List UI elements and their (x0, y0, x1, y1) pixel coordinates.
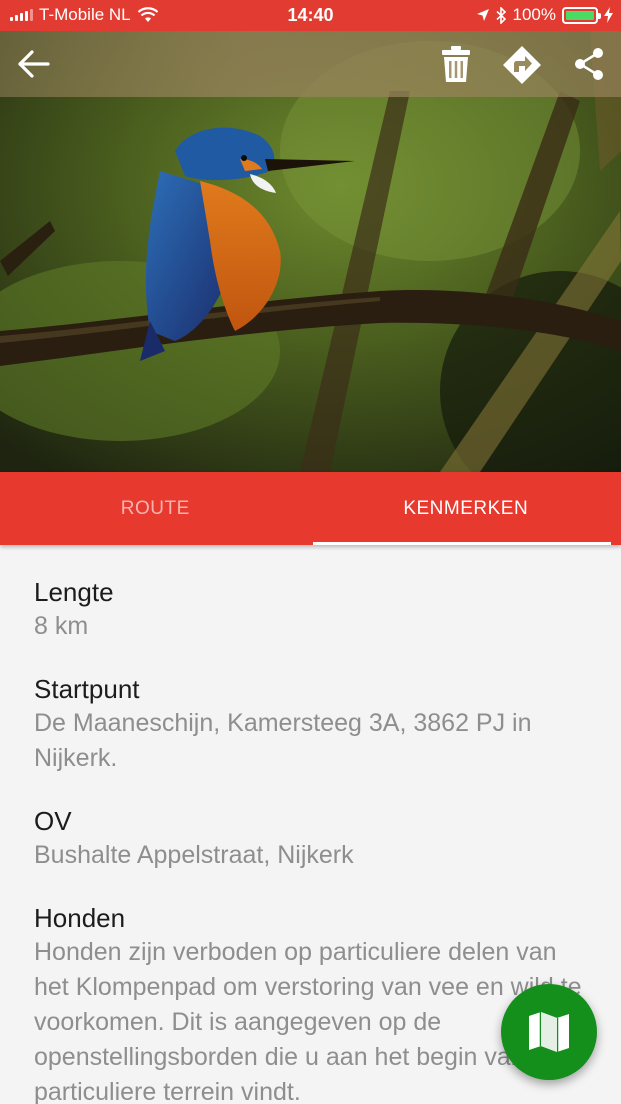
detail-ov: OV Bushalte Appelstraat, Nijkerk (34, 804, 594, 873)
detail-label: Honden (34, 903, 126, 933)
charging-bolt-icon (604, 7, 613, 23)
trash-icon (442, 46, 470, 82)
back-button[interactable] (12, 45, 54, 83)
detail-label: Startpunt (34, 674, 140, 704)
kingfisher-photo (0, 31, 621, 472)
share-button[interactable] (570, 45, 608, 83)
detail-label: Lengte (34, 577, 114, 607)
tab-route[interactable]: ROUTE (0, 472, 311, 545)
battery-percent: 100% (512, 5, 556, 24)
arrow-left-icon (18, 50, 50, 78)
status-bar: T-Mobile NL 14:40 100% (0, 0, 621, 31)
share-icon (575, 48, 603, 80)
tab-kenmerken[interactable]: KENMERKEN (311, 472, 621, 545)
detail-value: 8 km (34, 612, 89, 640)
location-arrow-icon (476, 9, 489, 21)
map-icon (529, 1012, 569, 1052)
directions-button[interactable] (500, 43, 544, 87)
detail-startpunt: Startpunt De Maaneschijn, Kamersteeg 3A,… (34, 672, 594, 776)
map-fab-button[interactable] (501, 984, 597, 1080)
battery-icon (562, 6, 601, 24)
tab-bar: ROUTE KENMERKEN (0, 472, 621, 545)
status-right: 100% (476, 5, 613, 25)
bluetooth-icon (495, 6, 506, 24)
detail-value: De Maaneschijn, Kamersteeg 3A, 3862 PJ i… (34, 709, 532, 772)
image-toolbar (0, 31, 621, 97)
directions-icon (503, 46, 541, 84)
delete-button[interactable] (436, 43, 476, 85)
detail-label: OV (34, 806, 72, 836)
detail-value: Bushalte Appelstraat, Nijkerk (34, 841, 354, 869)
detail-lengte: Lengte 8 km (34, 575, 594, 644)
hero-image (0, 31, 621, 472)
